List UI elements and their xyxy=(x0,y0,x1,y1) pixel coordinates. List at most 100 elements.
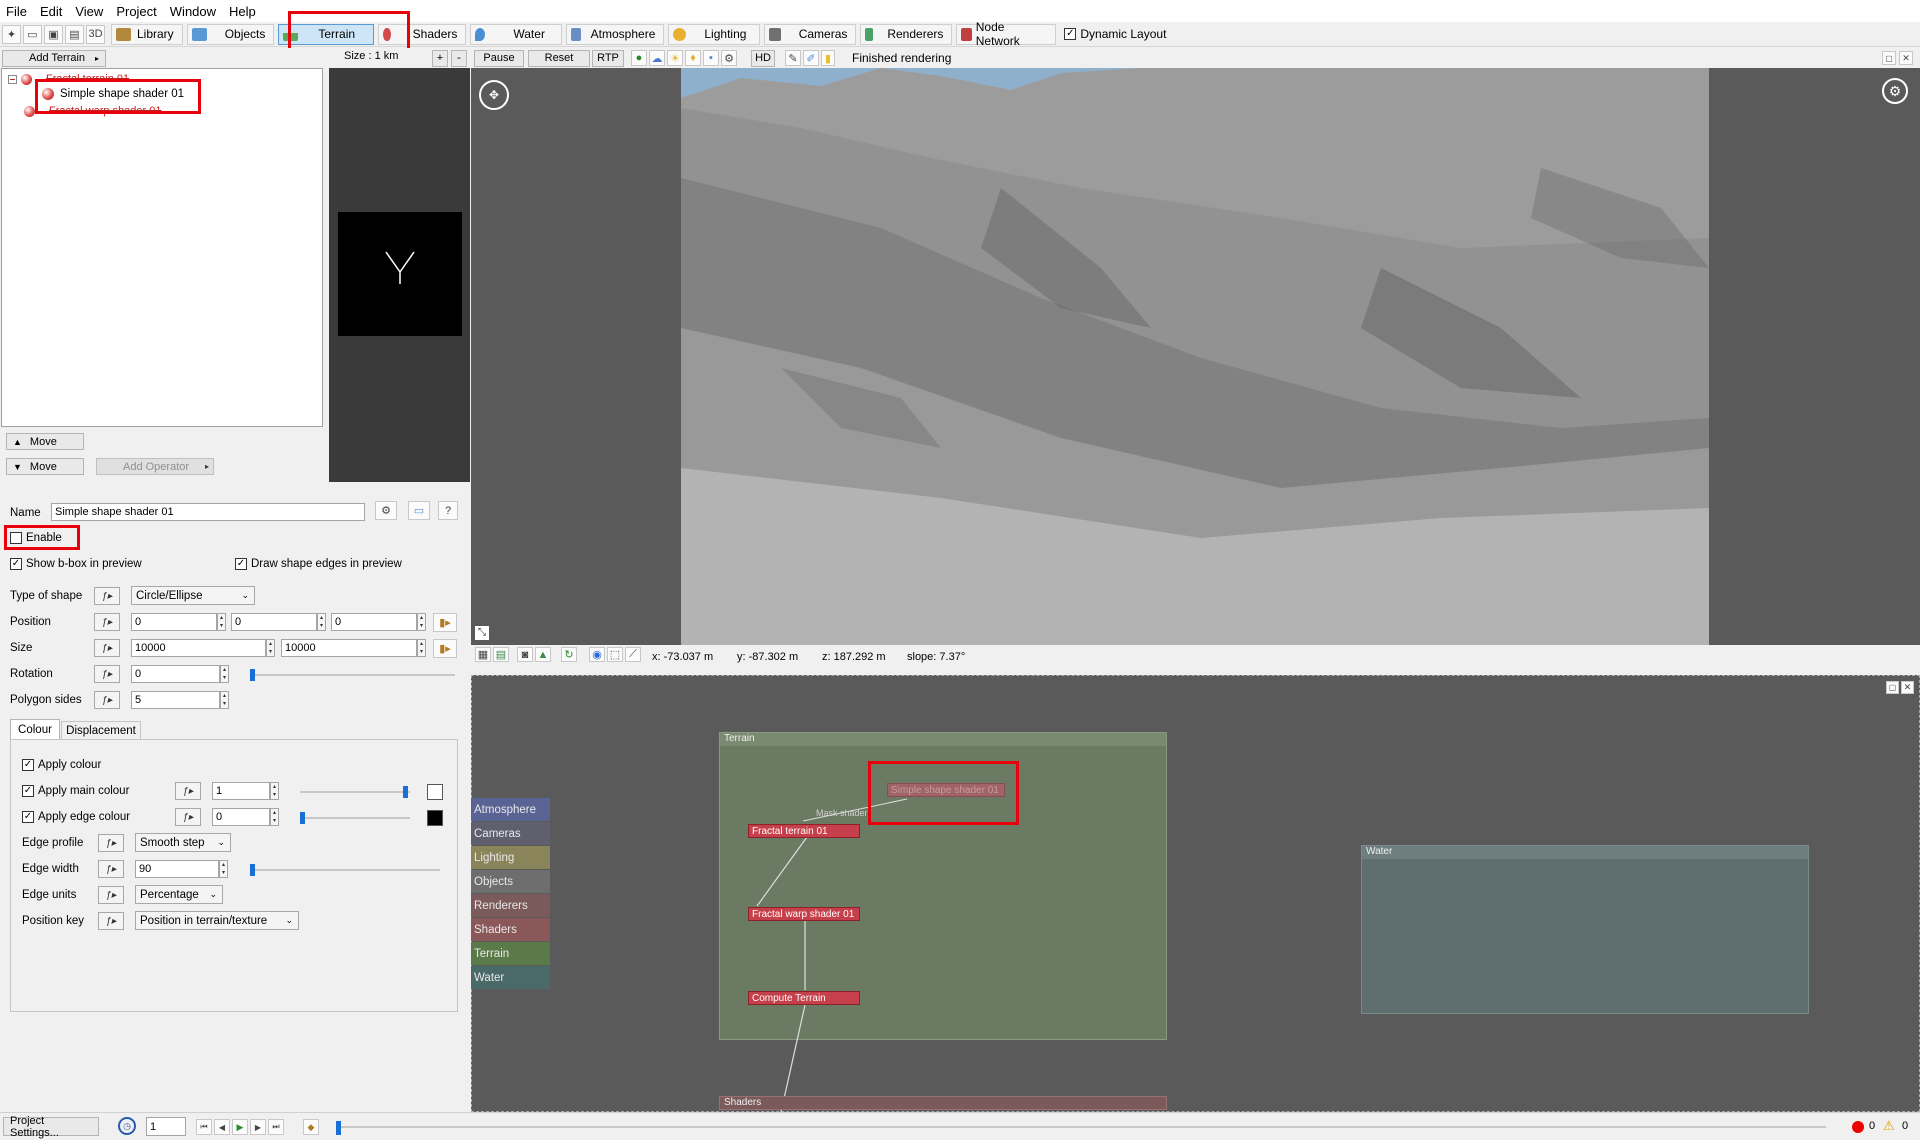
maximize-icon[interactable]: ▢ xyxy=(1886,681,1899,694)
show-bbox-checkbox[interactable]: ✓ xyxy=(10,558,22,570)
tab-renderers[interactable]: Renderers xyxy=(860,23,953,45)
play-icon[interactable]: ▶ xyxy=(232,1119,248,1135)
function-icon[interactable]: ƒ▸ xyxy=(98,912,124,930)
project-settings-button[interactable]: Project Settings... xyxy=(3,1115,99,1139)
add-operator-button[interactable]: Add Operator ▸ xyxy=(96,458,214,475)
node-category-atmosphere[interactable]: Atmosphere xyxy=(471,798,550,821)
apply-colour-checkbox[interactable]: ✓ xyxy=(22,759,34,771)
prev-frame-icon[interactable]: ◀ xyxy=(214,1119,230,1135)
node-category-water[interactable]: Water xyxy=(471,966,550,989)
main-colour-slider-thumb[interactable] xyxy=(403,786,408,798)
size-x-input[interactable]: 10000 xyxy=(131,639,266,657)
paste-icon[interactable]: ▮▸ xyxy=(433,613,457,632)
edge-profile-select[interactable]: Smooth step ⌄ xyxy=(135,833,231,852)
save-as-icon[interactable]: ▤ xyxy=(65,24,84,44)
preview-sphere-icon[interactable]: ● xyxy=(631,50,647,66)
maximize-icon[interactable]: ▢ xyxy=(1882,51,1896,65)
move-down-button[interactable]: ▼ Move xyxy=(6,458,84,475)
node-fractal-warp-shader[interactable]: Fractal warp shader 01 xyxy=(748,907,860,921)
node-compute-terrain[interactable]: Compute Terrain xyxy=(748,991,860,1005)
node-category-shaders[interactable]: Shaders xyxy=(471,918,550,941)
position-z-input[interactable]: 0 xyxy=(331,613,417,631)
refresh-icon[interactable]: ↻ xyxy=(561,647,577,662)
paint-icon[interactable]: ✐ xyxy=(803,50,819,66)
node-fractal-terrain[interactable]: Fractal terrain 01 xyxy=(748,824,860,838)
expand-view-icon[interactable]: ⤡ xyxy=(475,626,489,640)
camera-view-icon[interactable]: ▦ xyxy=(475,647,491,662)
save-icon[interactable]: ▣ xyxy=(44,24,63,44)
edge-colour-swatch[interactable] xyxy=(427,810,443,826)
apply-edge-colour-row[interactable]: ✓ Apply edge colour xyxy=(22,811,130,823)
show-bbox-row[interactable]: ✓ Show b-box in preview xyxy=(10,558,142,570)
apply-colour-row[interactable]: ✓ Apply colour xyxy=(22,759,101,771)
timeline-track[interactable] xyxy=(336,1126,1826,1128)
edge-width-stepper[interactable]: ▴ ▾ xyxy=(219,860,228,878)
function-icon[interactable]: ƒ▸ xyxy=(94,587,120,605)
tree-item-simple-shape-shader[interactable]: Simple shape shader 01 xyxy=(42,86,184,102)
edge-width-slider-track[interactable] xyxy=(250,869,440,871)
navigation-gizmo-icon[interactable]: ✥ xyxy=(479,80,509,110)
render-options-gear-icon[interactable]: ⚙ xyxy=(1882,78,1908,104)
edge-colour-slider-thumb[interactable] xyxy=(300,812,305,824)
size-y-stepper[interactable]: ▴ ▾ xyxy=(417,639,426,657)
frame-input[interactable]: 1 xyxy=(146,1117,186,1136)
pause-button[interactable]: Pause xyxy=(474,49,524,67)
dynamic-layout-toggle[interactable]: ✓ Dynamic Layout xyxy=(1064,27,1166,41)
rotation-input[interactable]: 0 xyxy=(131,665,220,683)
menu-project[interactable]: Project xyxy=(116,4,156,19)
paste-icon[interactable]: ▮▸ xyxy=(433,639,457,658)
expand-icon[interactable]: − xyxy=(8,74,17,84)
position-y-input[interactable]: 0 xyxy=(231,613,317,631)
frame-icon[interactable]: ⬚ xyxy=(607,647,623,662)
function-icon[interactable]: ƒ▸ xyxy=(175,782,201,800)
main-colour-stepper[interactable]: ▴ ▾ xyxy=(270,782,279,800)
add-terrain-button[interactable]: Add Terrain ▸ xyxy=(2,49,106,67)
preview-cloud-icon[interactable]: ☁ xyxy=(649,50,665,66)
new-project-icon[interactable]: ✦ xyxy=(2,24,21,44)
node-category-objects[interactable]: Objects xyxy=(471,870,550,893)
tree-item-fractal-terrain[interactable]: − Fractal terrain 01 xyxy=(8,72,129,86)
settings-icon[interactable]: ⚙ xyxy=(375,501,397,520)
export-3d-icon[interactable]: 3D xyxy=(86,24,105,44)
menu-view[interactable]: View xyxy=(75,4,103,19)
water-node-group[interactable]: Water xyxy=(1361,845,1809,1014)
function-icon[interactable]: ƒ▸ xyxy=(94,665,120,683)
edge-width-slider-thumb[interactable] xyxy=(250,864,255,876)
terrain-view-icon[interactable]: ▤ xyxy=(493,647,509,662)
slope-icon[interactable]: ⟋ xyxy=(625,647,641,662)
preview-window-icon[interactable]: ▭ xyxy=(408,501,430,520)
help-icon[interactable]: ? xyxy=(438,501,458,520)
name-input[interactable]: Simple shape shader 01 xyxy=(51,503,365,521)
function-icon[interactable]: ƒ▸ xyxy=(98,886,124,904)
function-icon[interactable]: ƒ▸ xyxy=(98,834,124,852)
move-up-button[interactable]: ▲ Move xyxy=(6,433,84,450)
hd-button[interactable]: HD xyxy=(751,49,775,67)
apply-main-colour-row[interactable]: ✓ Apply main colour xyxy=(22,785,129,797)
preview-water-icon[interactable]: ▪ xyxy=(703,50,719,66)
dynamic-layout-checkbox[interactable]: ✓ xyxy=(1064,28,1077,40)
edge-colour-slider-track[interactable] xyxy=(300,817,410,819)
preview-sun-icon[interactable]: ☀ xyxy=(667,50,683,66)
pencil-icon[interactable]: ▮ xyxy=(821,50,835,66)
node-simple-shape-shader[interactable]: Simple shape shader 01 xyxy=(887,783,1005,797)
brush-icon[interactable]: ✎ xyxy=(785,50,801,66)
polygon-sides-stepper[interactable]: ▴ ▾ xyxy=(220,691,229,709)
menu-window[interactable]: Window xyxy=(170,4,216,19)
main-colour-swatch[interactable] xyxy=(427,784,443,800)
apply-main-colour-checkbox[interactable]: ✓ xyxy=(22,785,34,797)
main-colour-slider-track[interactable] xyxy=(300,791,410,793)
node-category-lighting[interactable]: Lighting xyxy=(471,846,550,869)
enable-checkbox[interactable] xyxy=(10,532,22,544)
size-x-stepper[interactable]: ▴ ▾ xyxy=(266,639,275,657)
polygon-sides-input[interactable]: 5 xyxy=(131,691,220,709)
tab-objects[interactable]: Objects xyxy=(186,23,275,45)
draw-edges-checkbox[interactable]: ✓ xyxy=(235,558,247,570)
reset-button[interactable]: Reset xyxy=(528,49,590,67)
tab-colour[interactable]: Colour xyxy=(10,719,60,739)
rotation-stepper[interactable]: ▴ ▾ xyxy=(220,665,229,683)
function-icon[interactable]: ƒ▸ xyxy=(94,691,120,709)
last-frame-icon[interactable]: ⏭ xyxy=(268,1119,284,1135)
function-icon[interactable]: ƒ▸ xyxy=(98,860,124,878)
close-icon[interactable]: ✕ xyxy=(1899,51,1913,65)
edge-colour-stepper[interactable]: ▴ ▾ xyxy=(270,808,279,826)
